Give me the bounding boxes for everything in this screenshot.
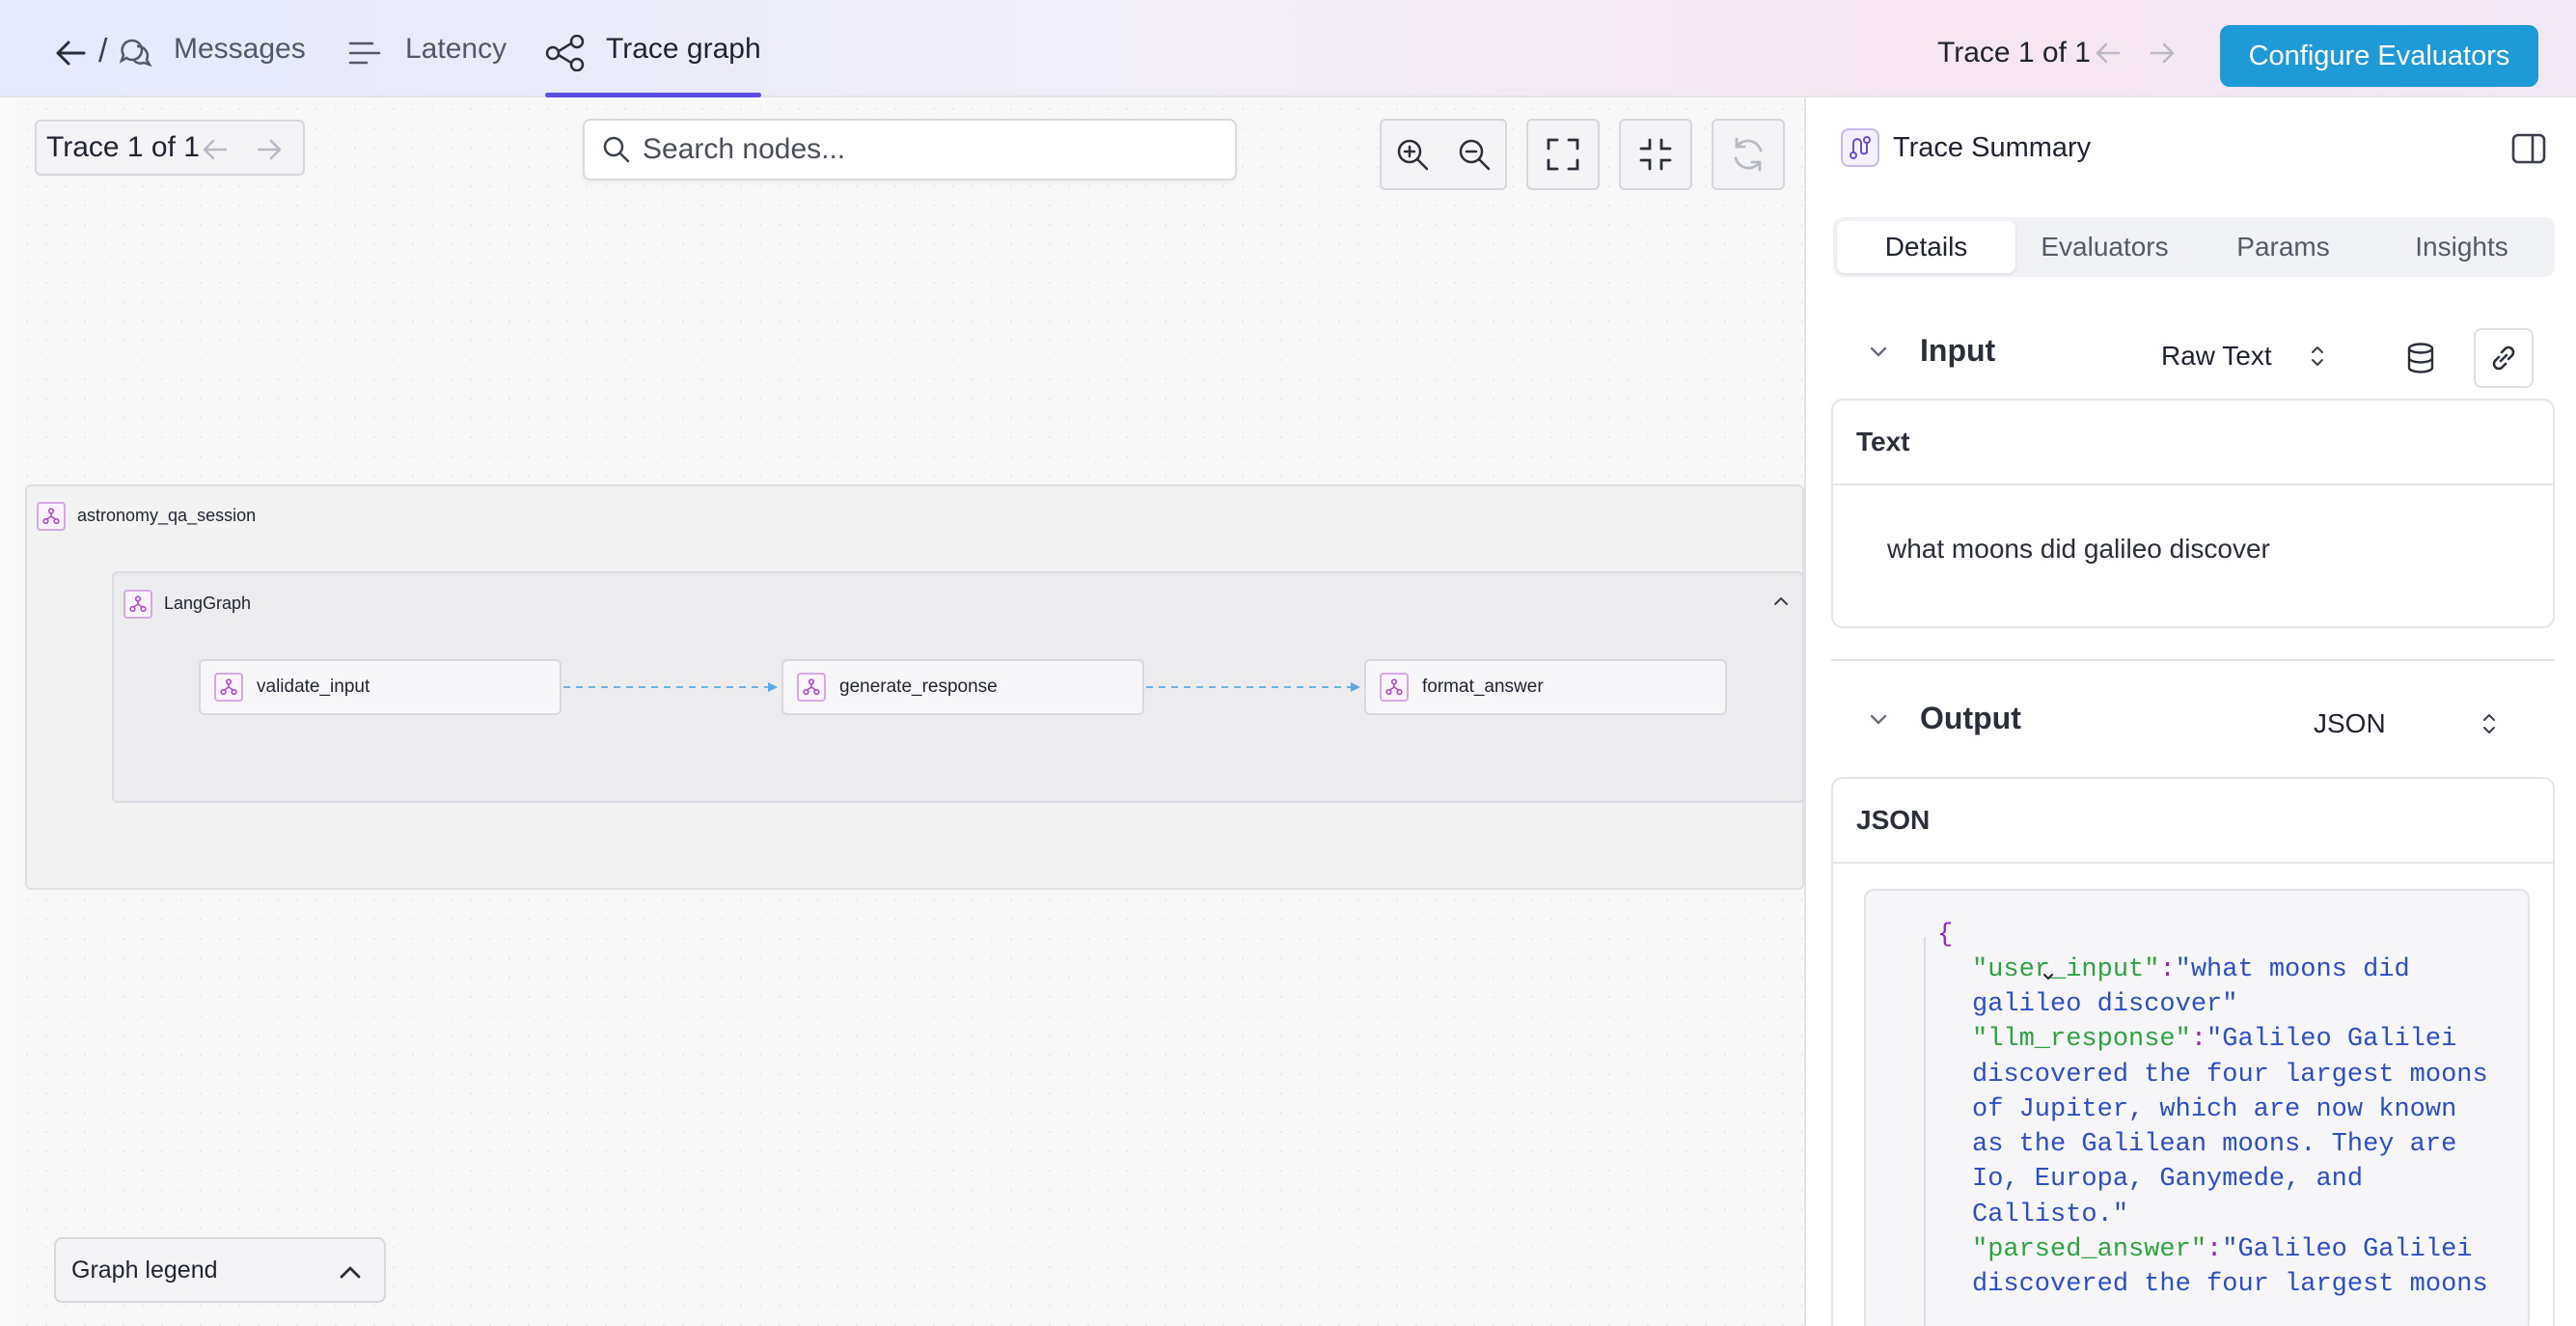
fit-view-button[interactable] [1526,119,1600,190]
json-colon: : [2206,1235,2223,1264]
input-card: Text what moons did galileo discover [1831,399,2555,628]
node-label: format_answer [1422,677,1544,697]
node-label: validate_input [257,677,370,697]
output-card-header: JSON [1833,779,2553,864]
search-input[interactable] [643,133,1221,166]
input-format-select[interactable]: Raw Text [2161,341,2326,372]
messages-icon [118,35,152,69]
select-chevrons-icon [2480,710,2498,737]
refresh-icon [1729,135,1768,174]
zoom-controls [1380,119,1507,190]
configure-evaluators-button[interactable]: Configure Evaluators [2220,25,2538,87]
back-arrow-icon[interactable] [54,37,87,69]
graph-legend-toggle[interactable]: Graph legend [54,1237,386,1303]
node-label: generate_response [839,677,998,697]
tab-details[interactable]: Details [1837,221,2015,273]
json-value: galileo discover" [1972,990,2238,1019]
json-value: "Galileo Galilei [2222,1235,2473,1264]
input-card-header: Text [1833,401,2553,485]
chevron-up-icon [338,1260,363,1290]
graph-edge [563,682,778,692]
json-line: "parsed_answer":"Galileo Galilei [1972,1232,2473,1267]
zoom-out-icon[interactable] [1443,121,1505,188]
chevron-up-icon[interactable] [1770,591,1792,612]
graph-node-format-answer[interactable]: format_answer [1364,659,1727,715]
trace-summary-icon [1841,128,1879,167]
json-value: as the Galilean moons. They are [1972,1130,2457,1159]
input-section-title: Input [1920,333,1996,368]
output-format-select[interactable]: JSON [2314,708,2498,739]
select-chevrons-icon [2309,343,2326,370]
toggle-sidebar-icon[interactable] [2510,130,2547,167]
output-format-value: JSON [2314,708,2386,738]
breadcrumb-separator: / [98,33,108,69]
section-divider [1831,659,2555,661]
json-line: "user_input":"what moons did [1972,953,2410,987]
latency-icon [347,39,382,68]
json-value: Io, Europa, Ganymede, and [1972,1165,2364,1194]
zoom-in-icon[interactable] [1382,121,1443,188]
json-colon: : [2190,1025,2207,1054]
search-box [583,119,1237,180]
database-icon[interactable] [2391,328,2451,388]
graph-edge [1146,682,1360,692]
tab-insights[interactable]: Insights [2372,221,2551,273]
tab-params[interactable]: Params [2194,221,2372,273]
trace-counter: Trace 1 of 1 [1937,37,2091,69]
tab-latency[interactable]: Latency [405,33,507,66]
json-key: "user_input" [1972,955,2160,984]
graph-node-generate-response[interactable]: generate_response [781,659,1144,715]
node-icon [1380,673,1409,702]
top-bar: / Messages Latency Trace graph Trace 1 o… [0,0,2576,97]
trace-summary-panel: Trace Summary Details Evaluators Params … [1804,97,2576,1326]
json-value: discovered the four largest moons [1972,1061,2488,1090]
tab-messages[interactable]: Messages [174,33,306,66]
search-icon [602,135,631,164]
prev-trace-arrow-icon[interactable] [2094,39,2123,68]
canvas-prev-arrow-icon[interactable] [201,135,230,164]
tab-trace-graph[interactable]: Trace graph [606,33,761,66]
json-value: "what moons did [2175,955,2410,984]
json-viewer: { "user_input":"what moons did galileo d… [1864,889,2530,1326]
tab-evaluators[interactable]: Evaluators [2015,221,2194,273]
langgraph-group-label: LangGraph [164,594,252,613]
active-tab-indicator [545,93,761,97]
session-node-icon [37,502,66,531]
collapse-input-chevron-icon[interactable] [1866,339,1891,364]
collapse-view-button[interactable] [1619,119,1692,190]
node-icon [797,673,826,702]
input-text: what moons did galileo discover [1887,534,2270,564]
session-group-label: astronomy_qa_session [77,506,257,525]
json-colon: : [2159,955,2176,984]
panel-tabs: Details Evaluators Params Insights [1833,217,2555,277]
collapse-output-chevron-icon[interactable] [1866,706,1891,732]
json-line: "llm_response":"Galileo Galilei [1972,1022,2456,1057]
shrink-icon [1638,137,1673,172]
json-value: of Jupiter, which are now known [1972,1095,2457,1124]
json-value: discovered the four largest moons [1972,1270,2488,1299]
link-icon[interactable] [2474,328,2534,388]
expand-icon [1546,137,1580,172]
trace-graph-icon [545,34,586,72]
panel-title: Trace Summary [1893,132,2092,163]
next-trace-arrow-icon[interactable] [2148,39,2177,68]
json-key: "parsed_answer" [1972,1235,2207,1264]
canvas-next-arrow-icon[interactable] [255,135,284,164]
json-value: Callisto." [1972,1201,2129,1229]
json-open-brace: { [1937,921,1954,950]
canvas-trace-counter: Trace 1 of 1 [35,120,305,176]
input-format-value: Raw Text [2161,341,2272,371]
langgraph-node-icon [123,590,152,619]
json-key: "llm_response" [1972,1025,2191,1054]
output-section-title: Output [1920,701,2021,735]
graph-legend-label: Graph legend [71,1256,218,1284]
node-icon [214,673,243,702]
reset-layout-button[interactable] [1712,119,1785,190]
graph-node-validate-input[interactable]: validate_input [199,659,562,715]
canvas-trace-counter-label: Trace 1 of 1 [46,131,200,163]
json-value: "Galileo Galilei [2206,1025,2457,1054]
